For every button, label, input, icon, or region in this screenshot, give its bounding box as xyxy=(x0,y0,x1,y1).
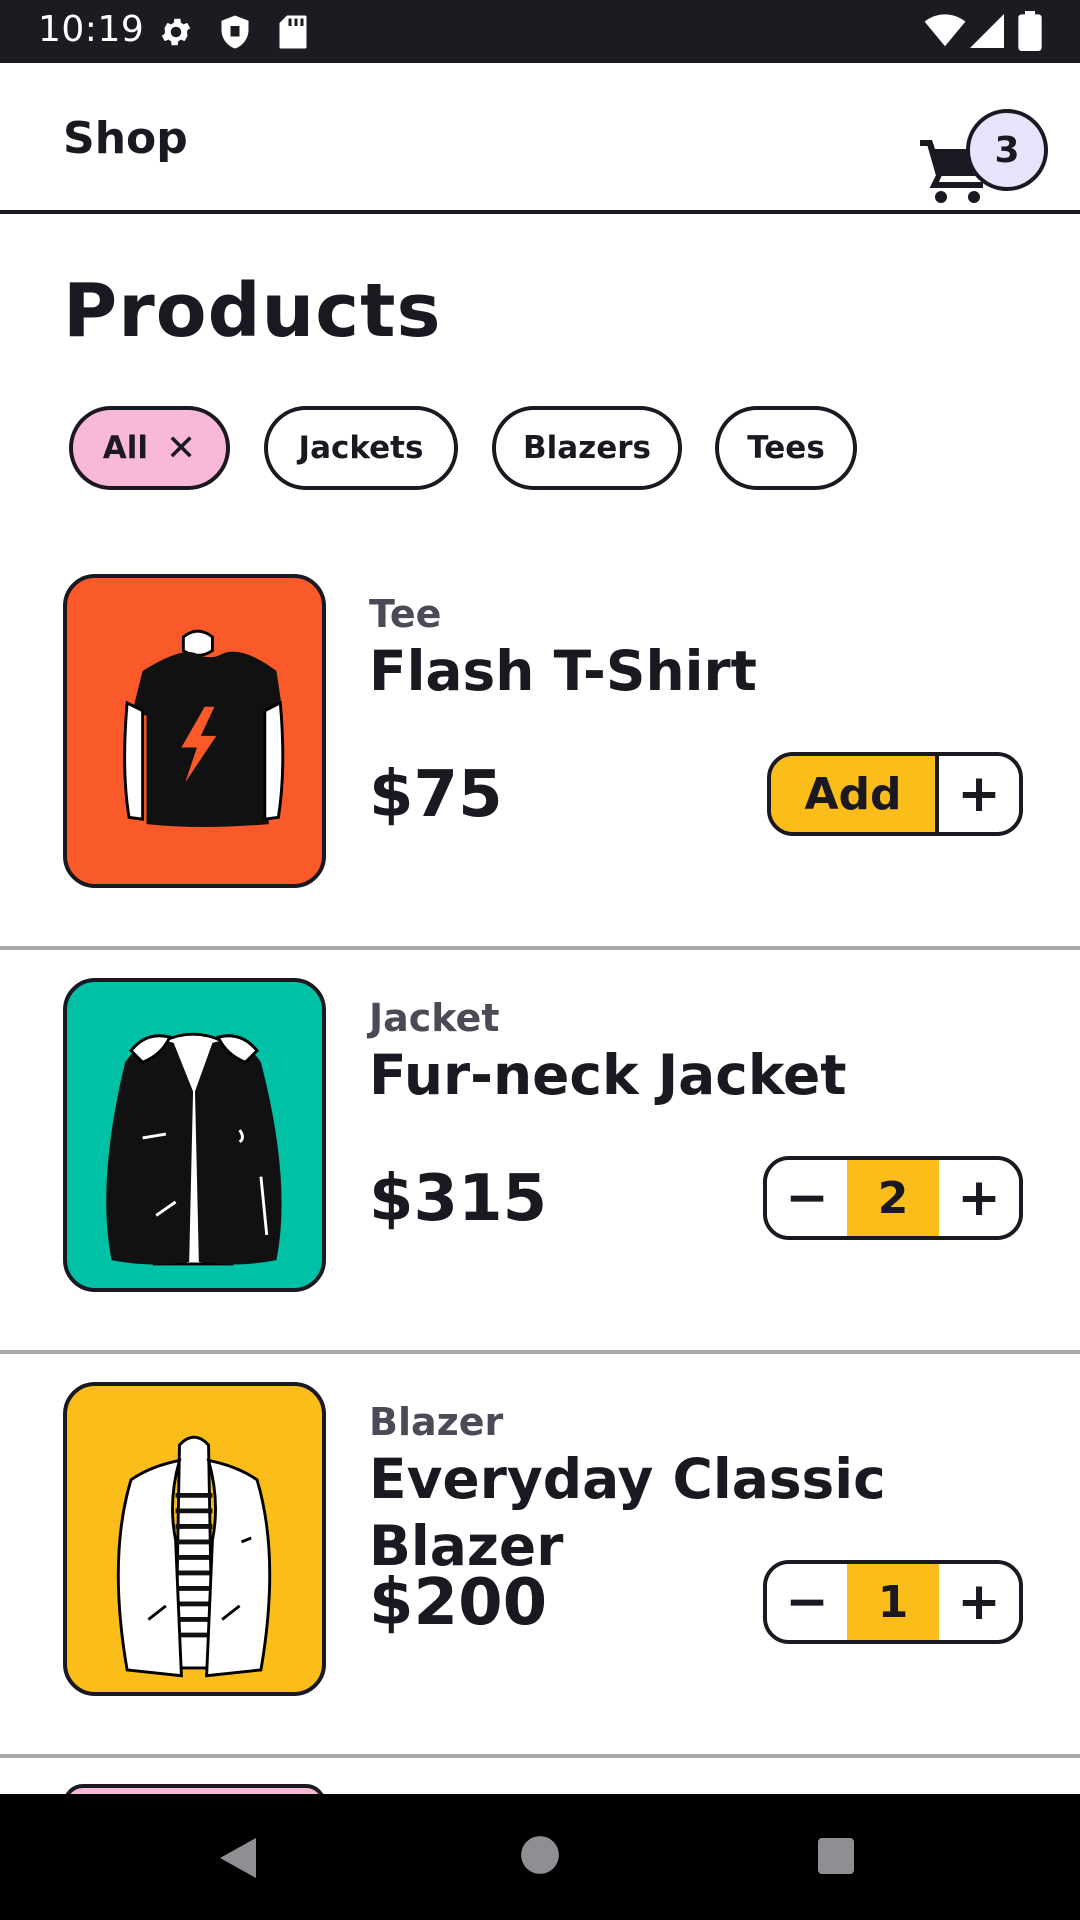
app-title: Shop xyxy=(63,113,188,164)
minus-button[interactable]: − xyxy=(767,1160,847,1236)
back-icon[interactable] xyxy=(216,1834,260,1886)
product-row[interactable]: Jacket Fur-neck Jacket $315 − 2 + xyxy=(0,950,1080,1354)
tshirt-illustration xyxy=(123,629,285,827)
jacket-illustration xyxy=(106,1032,282,1266)
home-icon[interactable] xyxy=(519,1834,561,1880)
battery-icon xyxy=(1018,11,1042,51)
filter-chip-tees[interactable]: Tees xyxy=(715,406,857,490)
page-title: Products xyxy=(63,268,442,354)
quantity-value: 2 xyxy=(847,1160,939,1236)
product-category: Jacket xyxy=(369,996,500,1040)
close-icon[interactable]: ✕ xyxy=(166,428,196,469)
product-image[interactable] xyxy=(63,1382,326,1696)
quantity-stepper[interactable]: − 2 + xyxy=(763,1156,1023,1240)
product-row[interactable]: Tee Flash T-Shirt $75 Add + xyxy=(0,546,1080,950)
product-price: $75 xyxy=(369,758,503,832)
product-name[interactable]: Fur-neck Jacket xyxy=(369,1042,1029,1109)
wifi-icon xyxy=(924,14,966,48)
product-category: Tee xyxy=(369,592,442,636)
quantity-stepper[interactable]: − 1 + xyxy=(763,1560,1023,1644)
blazer-illustration xyxy=(116,1435,272,1678)
sd-card-icon xyxy=(278,14,308,50)
product-price: $315 xyxy=(369,1162,548,1236)
filter-chip-label: Tees xyxy=(747,430,825,466)
app-bar: Shop 3 xyxy=(0,63,1080,214)
plus-icon: + xyxy=(939,756,1019,832)
product-category: Blazer xyxy=(369,1400,504,1444)
filter-chip-jackets[interactable]: Jackets xyxy=(264,406,458,490)
product-price: $200 xyxy=(369,1566,548,1640)
recents-icon[interactable] xyxy=(816,1836,856,1880)
product-image[interactable] xyxy=(63,574,326,888)
quantity-value: 1 xyxy=(847,1564,939,1640)
filter-chip-label: Blazers xyxy=(523,430,651,466)
navigation-bar xyxy=(0,1794,1080,1920)
filter-chip-all[interactable]: All ✕ xyxy=(69,406,230,490)
product-name[interactable]: Flash T-Shirt xyxy=(369,638,1029,705)
filter-chip-label: Jackets xyxy=(298,430,424,466)
product-row[interactable]: Blazer Everyday Classic Blazer $200 − 1 … xyxy=(0,1354,1080,1758)
shield-icon xyxy=(218,14,252,50)
minus-button[interactable]: − xyxy=(767,1564,847,1640)
cart-button[interactable]: 3 xyxy=(916,99,1050,209)
cart-count-badge: 3 xyxy=(966,109,1048,191)
add-to-cart-button[interactable]: Add + xyxy=(767,752,1023,836)
add-button-label: Add xyxy=(771,756,939,832)
status-bar: 10:19 xyxy=(0,0,1080,63)
product-image[interactable] xyxy=(63,978,326,1292)
filter-chip-label: All xyxy=(102,430,149,466)
status-time: 10:19 xyxy=(38,9,145,50)
plus-button[interactable]: + xyxy=(939,1160,1019,1236)
signal-icon xyxy=(970,14,1004,48)
filter-chip-blazers[interactable]: Blazers xyxy=(492,406,682,490)
settings-icon xyxy=(158,14,194,50)
plus-button[interactable]: + xyxy=(939,1564,1019,1640)
